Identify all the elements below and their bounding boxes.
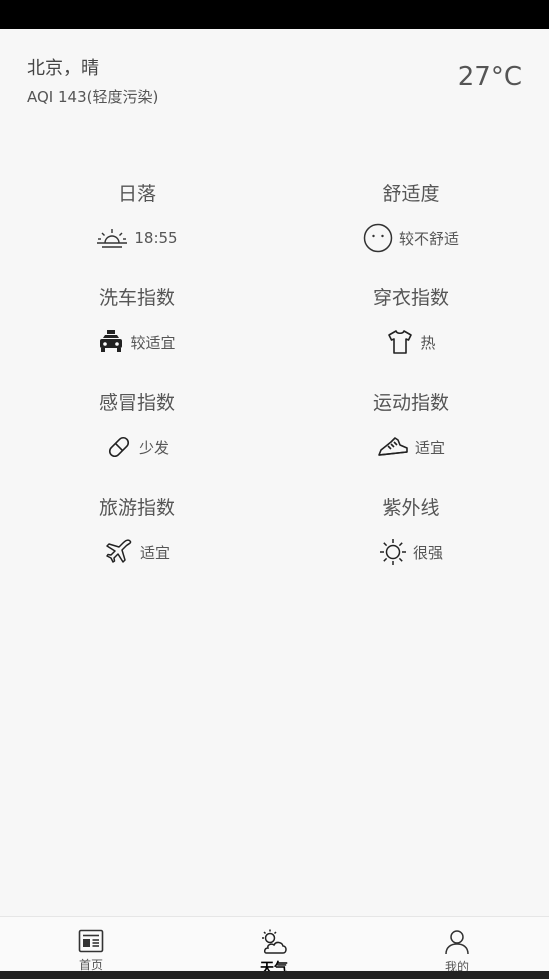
temperature: 27°C: [457, 62, 522, 92]
index-sport: 运动指数 适宜: [274, 388, 548, 462]
index-title: 穿衣指数: [372, 287, 449, 309]
tab-profile[interactable]: 我的: [397, 917, 517, 972]
index-comfort: 舒适度 较不舒适: [274, 179, 548, 253]
index-carwash: 洗车指数 较适宜: [0, 283, 274, 357]
tshirt-icon: [388, 330, 413, 354]
index-sunset: 日落 18:55: [0, 179, 274, 253]
status-bar: [0, 0, 549, 29]
user-icon: [445, 930, 469, 955]
system-nav-bar: [0, 971, 549, 979]
sneaker-icon: [378, 437, 408, 456]
index-value: 较适宜: [130, 333, 176, 352]
index-title: 运动指数: [372, 392, 449, 414]
index-title: 舒适度: [382, 183, 440, 205]
tab-label: 我的: [444, 960, 469, 972]
index-value: 少发: [138, 438, 169, 457]
index-value: 适宜: [139, 543, 170, 562]
weather-icon: [262, 929, 287, 954]
city-weather: 北京，晴: [27, 58, 99, 79]
index-title: 感冒指数: [98, 392, 175, 414]
aqi-label: AQI 143(轻度污染): [27, 88, 159, 106]
index-title: 洗车指数: [98, 287, 175, 309]
sun-icon: [379, 539, 406, 565]
bottom-tab-bar: 首页 天气 我的: [0, 916, 549, 972]
index-title: 日落: [117, 183, 156, 205]
car-icon: [100, 330, 123, 352]
tab-weather[interactable]: 天气: [214, 917, 334, 972]
index-clothing: 穿衣指数 热: [274, 283, 548, 357]
index-cold: 感冒指数 少发: [0, 388, 274, 462]
index-value: 较不舒适: [398, 229, 459, 248]
tab-label: 天气: [260, 961, 288, 972]
face-icon: [363, 223, 393, 253]
index-title: 紫外线: [382, 497, 440, 519]
index-value: 适宜: [414, 438, 445, 457]
pill-icon: [108, 436, 130, 458]
tab-home[interactable]: 首页: [31, 917, 151, 972]
index-title: 旅游指数: [98, 497, 175, 519]
index-uv: 紫外线 很强: [274, 493, 548, 567]
airplane-icon: [106, 539, 132, 563]
index-value: 热: [420, 333, 436, 352]
news-icon: [78, 929, 104, 953]
index-travel: 旅游指数 适宜: [0, 493, 274, 567]
tab-label: 首页: [78, 958, 103, 972]
sunset-icon: [97, 229, 128, 248]
index-value: 很强: [412, 543, 443, 562]
index-value: 18:55: [134, 229, 178, 247]
